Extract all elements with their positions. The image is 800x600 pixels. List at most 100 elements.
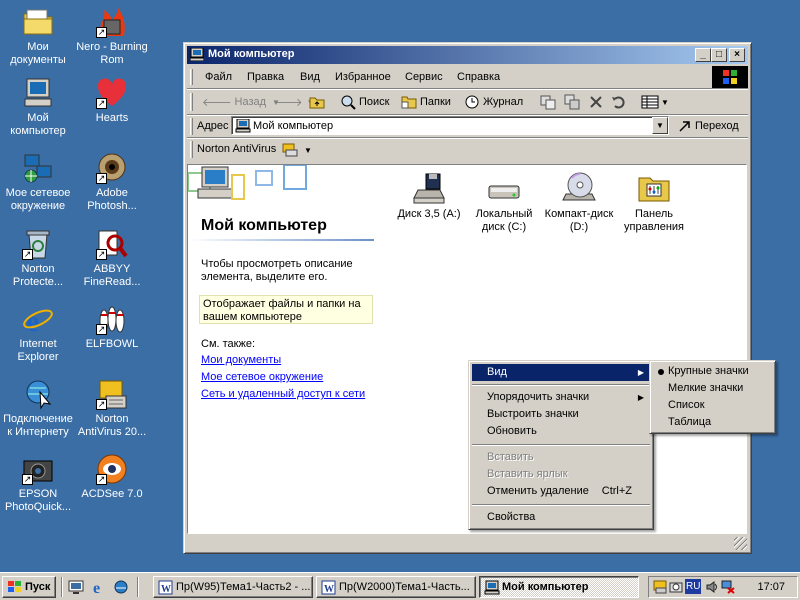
desktop-icon-label: EPSON PhotoQuick... [4, 488, 72, 513]
windows-logo-icon [8, 581, 21, 592]
go-button[interactable]: Переход [678, 115, 739, 137]
clock[interactable]: 17:07 [757, 581, 785, 593]
menu-item-refresh[interactable]: Обновить [472, 423, 650, 440]
menu-item-view[interactable]: Вид ▶ [472, 364, 650, 381]
menu-item-paste-shortcut[interactable]: Вставить ярлык [472, 466, 650, 483]
desktop-icon-network[interactable]: Мое сетевое окружение [0, 152, 76, 213]
magnifier-icon: ↗ [96, 228, 128, 260]
chevron-down-icon: ▼ [661, 97, 669, 107]
item-control-panel[interactable]: Панель управления [614, 172, 694, 234]
submenu-item-small-icons[interactable]: Мелкие значки [653, 380, 772, 397]
addressbar-grip[interactable] [190, 118, 193, 135]
volume-icon[interactable] [705, 580, 719, 597]
desktop-icon-nero[interactable]: ↗ Nero - Burning Rom [74, 6, 150, 67]
chevron-down-icon: ▼ [304, 145, 312, 155]
submenu-item-list[interactable]: Список [653, 397, 772, 414]
network-disconnected-icon[interactable] [721, 580, 735, 597]
menu-item-undo-delete[interactable]: Отменить удаление Ctrl+Z [472, 483, 650, 500]
title-underline [188, 239, 374, 241]
task-button-word-w2000[interactable]: W Пр(W2000)Тема1-Часть... [316, 576, 476, 598]
desktop-icon-my-computer[interactable]: Мой компьютер [0, 77, 76, 138]
link-my-documents[interactable]: Мои документы [201, 354, 281, 366]
item-local-disk-c[interactable]: Локальный диск (C:) [464, 172, 544, 234]
resize-grip[interactable] [734, 537, 747, 550]
norton-bar-grip[interactable] [190, 141, 193, 158]
menu-file[interactable]: Файл [205, 71, 232, 83]
desktop-icon-epson[interactable]: ↗ EPSON PhotoQuick... [0, 453, 76, 514]
scheduler-tray-icon[interactable] [669, 580, 683, 597]
address-dropdown-button[interactable]: ▼ [652, 117, 668, 134]
menu-item-properties[interactable]: Свойства [472, 509, 650, 526]
quicklaunch-ie-icon[interactable]: e [91, 579, 107, 598]
forward-arrow-icon: 🡒 [273, 97, 303, 109]
norton-menu-button[interactable]: ▼ [282, 139, 312, 161]
menu-item-line-up-icons[interactable]: Выстроить значки [472, 406, 650, 423]
toolbar-history[interactable]: Журнал [464, 91, 523, 113]
menu-separator [472, 504, 650, 506]
item-label: Локальный диск (C:) [475, 208, 533, 233]
desktop-icon-norton-antivirus[interactable]: ↗ Norton AntiVirus 20... [74, 378, 150, 439]
submenu-item-label: Список [668, 399, 705, 411]
menu-item-arrange-icons[interactable]: Упорядочить значки ▶ [472, 389, 650, 406]
task-button-word-w95[interactable]: W Пр(W95)Тема1-Часть2 - ... [153, 576, 313, 598]
norton-tray-icon[interactable] [653, 580, 667, 597]
quicklaunch-outlook-icon[interactable] [113, 579, 129, 598]
toolbar-search[interactable]: Поиск [340, 91, 389, 113]
task-label: Мой компьютер [502, 581, 589, 593]
desktop-icon-photoshop[interactable]: ↗ Adobe Photosh... [74, 152, 150, 213]
svg-text:e: e [26, 305, 39, 335]
link-network-places[interactable]: Мое сетевое окружение [201, 371, 323, 383]
desktop-icon-my-documents[interactable]: Мои документы [0, 6, 76, 67]
folder-content-pane[interactable]: Мой компьютер Чтобы просмотреть описание… [187, 164, 747, 534]
desktop-icon-internet-connection[interactable]: Подключение к Интернету [0, 378, 76, 439]
language-indicator[interactable]: RU [685, 579, 702, 594]
toolbar-copy-to[interactable] [564, 91, 580, 113]
menu-help[interactable]: Справка [457, 71, 500, 83]
window-titlebar[interactable]: Мой компьютер _ □ × [187, 46, 748, 64]
menu-tools[interactable]: Сервис [405, 71, 443, 83]
computer-icon [189, 47, 205, 62]
submenu-item-details[interactable]: Таблица [653, 414, 772, 431]
desktop-icon-hearts[interactable]: ↗ Hearts [74, 77, 150, 125]
menu-edit[interactable]: Правка [247, 71, 284, 83]
desktop-icon-acdsee[interactable]: ↗ ACDSee 7.0 [74, 453, 150, 501]
context-menu: Вид ▶ Упорядочить значки ▶ Выстроить зна… [468, 360, 654, 530]
item-label: Панель управления [624, 208, 684, 233]
link-network-dialup[interactable]: Сеть и удаленный доступ к сети [201, 388, 365, 400]
toolbar-up[interactable] [309, 91, 325, 113]
desktop-icon-abbyy[interactable]: ↗ ABBYY FineRead... [74, 228, 150, 289]
item-label: Диск 3,5 (A:) [397, 208, 461, 220]
address-value: Мой компьютер [253, 120, 334, 132]
item-floppy-drive[interactable]: Диск 3,5 (A:) [389, 172, 469, 221]
item-cd-drive-d[interactable]: Компакт-диск (D:) [539, 172, 619, 234]
shortcut-arrow-icon: ↗ [96, 173, 107, 184]
toolbar-views[interactable]: ▼ [641, 91, 669, 113]
task-button-my-computer[interactable]: Мой компьютер [479, 576, 639, 598]
address-input[interactable]: Мой компьютер ▼ [231, 116, 669, 135]
maximize-button[interactable]: □ [711, 48, 727, 62]
toolbar-grip[interactable] [190, 93, 193, 111]
toolbar-delete[interactable] [589, 91, 603, 113]
menu-item-paste[interactable]: Вставить [472, 449, 650, 466]
bowling-pins-icon: ↗ [96, 303, 128, 335]
submenu-item-large-icons[interactable]: Крупные значки [653, 363, 772, 380]
start-button[interactable]: Пуск [2, 576, 56, 598]
desktop-icon-norton-protected[interactable]: ↗ Norton Protecte... [0, 228, 76, 289]
toolbar-move-to[interactable] [540, 91, 556, 113]
minimize-button[interactable]: _ [695, 48, 711, 62]
camera-icon: ↗ [22, 453, 54, 485]
taskbar: Пуск e W Пр(W95)Тема1-Часть2 - ... W Пр(… [0, 572, 800, 600]
history-icon [465, 95, 479, 109]
history-label: Журнал [483, 96, 524, 108]
desktop-icon-elfbowl[interactable]: ↗ ELFBOWL [74, 303, 150, 351]
computer-icon [484, 580, 500, 595]
menu-view[interactable]: Вид [300, 71, 320, 83]
floppy-drive-icon [412, 172, 446, 204]
quicklaunch-desktop-icon[interactable] [68, 579, 84, 598]
close-button[interactable]: × [729, 48, 745, 62]
menu-favorites[interactable]: Избранное [335, 71, 391, 83]
toolbar-back[interactable]: 🡐 Назад ▼ [202, 91, 280, 113]
toolbar-folders[interactable]: Папки [401, 91, 451, 113]
desktop-icon-internet-explorer[interactable]: e Internet Explorer [0, 303, 76, 364]
toolbar-undo[interactable] [611, 91, 627, 113]
